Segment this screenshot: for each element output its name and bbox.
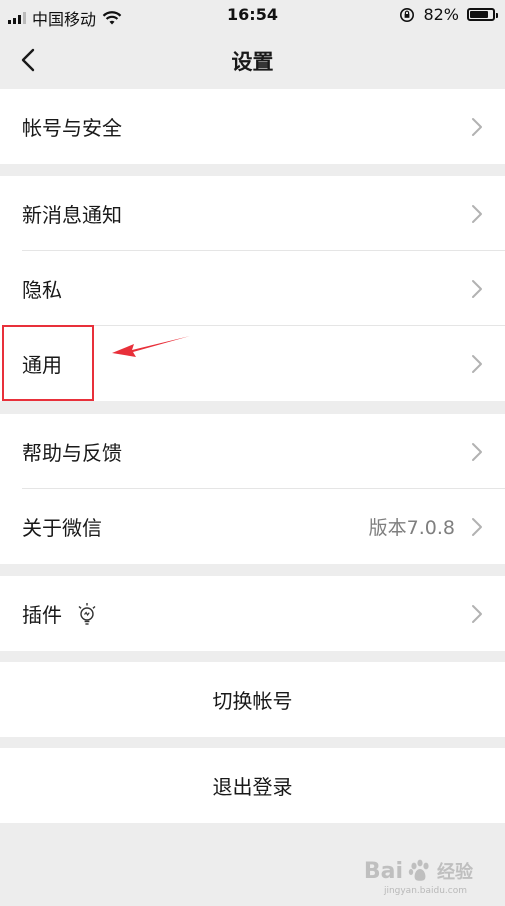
- version-value: 版本7.0.8: [368, 517, 455, 539]
- settings-item-plugins[interactable]: 插件: [0, 576, 505, 651]
- status-right: 82%: [399, 5, 498, 24]
- settings-item-label: 插件: [22, 603, 62, 627]
- battery-percent: 82%: [423, 5, 459, 24]
- logout-label: 退出登录: [212, 775, 293, 799]
- chevron-right-icon: [472, 354, 482, 373]
- settings-item-label: 隐私: [22, 278, 62, 302]
- settings-item-notifications[interactable]: 新消息通知: [0, 176, 505, 251]
- chevron-right-icon: [472, 604, 482, 623]
- paw-icon: [408, 859, 429, 881]
- settings-item-label: 关于微信: [22, 516, 102, 540]
- baidu-watermark: Bai 经验 jingyan.baidu.com: [363, 858, 473, 897]
- chevron-right-icon: [472, 204, 482, 223]
- settings-group-about: 帮助与反馈 关于微信 版本7.0.8: [0, 414, 505, 564]
- status-bar: 中国移动 16:54 82%: [0, 0, 505, 32]
- chevron-right-icon: [472, 117, 482, 136]
- plugin-bulb-icon: [78, 602, 96, 625]
- settings-item-about-wechat[interactable]: 关于微信 版本7.0.8: [0, 489, 505, 564]
- annotation-highlight-box: [2, 325, 94, 401]
- settings-group-logout: 退出登录: [0, 748, 505, 823]
- orientation-lock-icon: [400, 7, 415, 22]
- settings-item-label: 帮助与反馈: [22, 441, 122, 465]
- battery-fill: [470, 11, 488, 18]
- settings-item-label: 帐号与安全: [22, 116, 122, 140]
- chevron-right-icon: [472, 279, 482, 298]
- annotation-arrow-icon: [112, 336, 190, 357]
- nav-bar: 设置: [0, 32, 505, 88]
- battery-icon: [467, 8, 498, 21]
- chevron-right-icon: [472, 517, 482, 536]
- switch-account-label: 切换帐号: [212, 689, 293, 713]
- settings-group-account: 帐号与安全: [0, 89, 505, 164]
- watermark-text: Bai: [363, 858, 403, 884]
- switch-account-button[interactable]: 切换帐号: [0, 662, 505, 737]
- settings-item-label: 新消息通知: [22, 203, 122, 227]
- settings-item-privacy[interactable]: 隐私: [0, 251, 505, 326]
- page-title: 设置: [231, 50, 274, 74]
- logout-button[interactable]: 退出登录: [0, 748, 505, 823]
- settings-item-account-security[interactable]: 帐号与安全: [0, 89, 505, 164]
- watermark-sub: jingyan.baidu.com: [383, 886, 467, 896]
- settings-group-plugins: 插件: [0, 576, 505, 651]
- settings-item-help-feedback[interactable]: 帮助与反馈: [0, 414, 505, 489]
- settings-group-switch: 切换帐号: [0, 662, 505, 737]
- watermark-suffix: 经验: [437, 862, 473, 883]
- chevron-right-icon: [472, 442, 482, 461]
